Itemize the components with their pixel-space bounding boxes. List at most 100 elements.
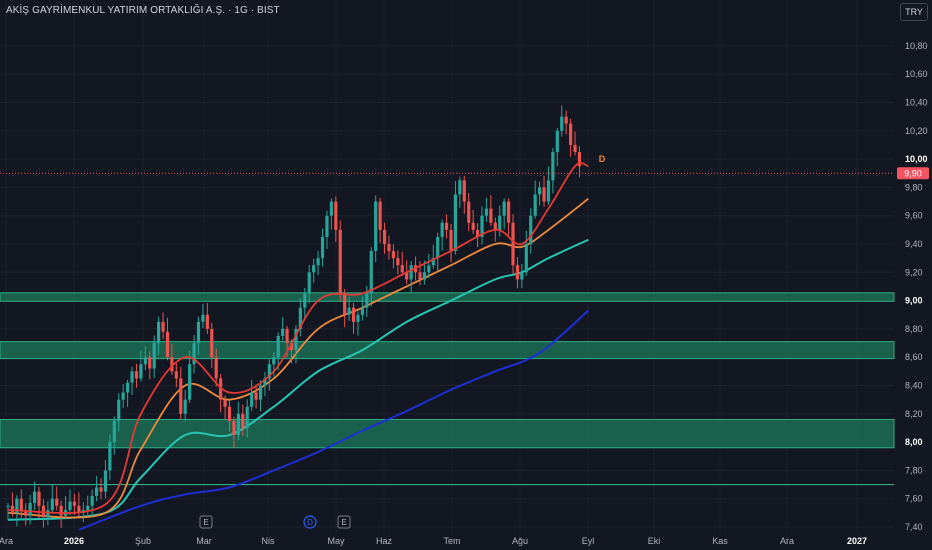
currency-button[interactable]: TRY	[900, 3, 928, 21]
candle-body	[546, 180, 551, 202]
dividend-flag-marker[interactable]: D	[599, 154, 606, 164]
candle-body	[400, 265, 404, 273]
candle-body	[555, 130, 559, 153]
x-tick-label: Ara	[0, 536, 13, 546]
y-tick-label: 9,60	[905, 211, 923, 221]
candle-body	[272, 357, 276, 365]
candle-body	[276, 335, 280, 358]
y-tick-label: 7,80	[905, 465, 923, 475]
candle-body	[95, 487, 99, 496]
candle-body	[538, 187, 542, 195]
candle-body	[489, 208, 493, 223]
y-tick-label: 9,80	[905, 182, 923, 192]
candle-body	[214, 357, 218, 379]
candle-body	[90, 495, 94, 506]
candle-body	[201, 314, 205, 322]
candle-body	[161, 321, 165, 332]
x-tick-label: Eki	[648, 536, 661, 546]
candle-body	[533, 194, 537, 216]
x-tick-label: Eyl	[582, 536, 595, 546]
candle-body	[72, 501, 77, 506]
candle-body	[188, 364, 192, 400]
candle-body	[511, 222, 515, 266]
candles	[6, 105, 582, 528]
candle-body	[369, 251, 373, 294]
candle-body	[68, 501, 72, 511]
candle-body	[356, 314, 360, 322]
candle-body	[236, 413, 240, 436]
y-tick-label: 8,20	[905, 409, 923, 419]
candle-body	[312, 265, 316, 273]
candle-body	[281, 328, 285, 336]
x-tick-label: Mar	[196, 536, 212, 546]
candle-body	[245, 406, 249, 428]
candle-body	[569, 123, 573, 145]
candle-body	[32, 491, 37, 503]
price-chart[interactable]: 9,90 7,40 7,60 7,80 8,00 8,20 8,40 8,60 8,80 9,0…	[0, 0, 932, 550]
y-axis[interactable]: 7,40 7,60 7,80 8,00 8,20 8,40 8,60 8,80 9,00 9,20…	[905, 41, 928, 532]
y-tick-label: 10,20	[905, 126, 928, 136]
candle-body	[427, 265, 431, 273]
candle-body	[551, 152, 555, 181]
candle-body	[382, 229, 387, 244]
x-axis[interactable]: Ara 2026 Şub Mar Nis May Haz Tem Ağu Eyl Eki Kas Ara…	[0, 536, 867, 546]
candle-body	[183, 399, 187, 414]
event-markers[interactable]: E D E D	[199, 154, 606, 529]
ema-slow-line	[7, 238, 589, 521]
candle-body	[560, 116, 564, 131]
candle-body	[493, 222, 497, 230]
candle-body	[365, 293, 369, 308]
ema-slow-path	[7, 238, 589, 521]
candle-body	[285, 328, 289, 344]
candle-body	[573, 144, 577, 153]
candle-body	[205, 314, 209, 329]
symbol-title[interactable]: AKİŞ GAYRİMENKUL YATIRIM ORTAKLIĞI A.Ş. …	[6, 5, 280, 16]
x-tick-label: 2026	[64, 536, 84, 546]
candle-body	[174, 371, 178, 379]
candle-body	[303, 293, 307, 308]
candle-body	[139, 364, 143, 379]
y-tick-label: 8,40	[905, 381, 923, 391]
candle-body	[378, 201, 382, 230]
zone-rect	[0, 292, 895, 302]
candle-body	[258, 385, 263, 400]
candle-body	[542, 187, 546, 202]
dividend-marker-label: D	[307, 518, 313, 527]
candle-body	[329, 201, 333, 216]
candle-body	[108, 442, 112, 471]
x-tick-label: Tem	[443, 536, 460, 546]
earnings-marker-label: E	[341, 518, 346, 527]
candle-body	[117, 399, 121, 421]
candle-body	[471, 222, 475, 230]
candle-body	[387, 244, 391, 252]
candle-body	[254, 392, 258, 400]
candle-body	[418, 272, 422, 280]
candle-body	[307, 272, 311, 294]
x-tick-label: Kas	[712, 536, 728, 546]
x-tick-label: Ağu	[512, 536, 528, 546]
x-tick-label: Haz	[376, 536, 393, 546]
candle-body	[422, 272, 427, 280]
candle-body	[449, 229, 453, 252]
candle-body	[46, 510, 50, 518]
y-tick-label: 8,00	[905, 437, 923, 447]
x-tick-label: Şub	[135, 536, 151, 546]
candle-body	[436, 236, 440, 259]
candle-body	[143, 357, 147, 365]
candle-body	[440, 222, 444, 237]
candle-body	[343, 293, 347, 315]
candle-body	[409, 265, 413, 280]
candle-body	[529, 215, 533, 244]
y-tick-label: 10,80	[905, 41, 928, 51]
candle-body	[458, 180, 462, 195]
candle-body	[316, 258, 320, 266]
y-tick-label: 10,00	[905, 154, 928, 164]
candle-body	[374, 201, 378, 252]
y-tick-label: 9,20	[905, 267, 923, 277]
y-tick-label: 10,60	[905, 69, 928, 79]
candle-body	[524, 244, 528, 273]
x-tick-label: 2027	[847, 536, 867, 546]
candle-body	[564, 116, 568, 124]
candle-body	[227, 406, 232, 421]
support-resistance-zones	[0, 292, 895, 486]
